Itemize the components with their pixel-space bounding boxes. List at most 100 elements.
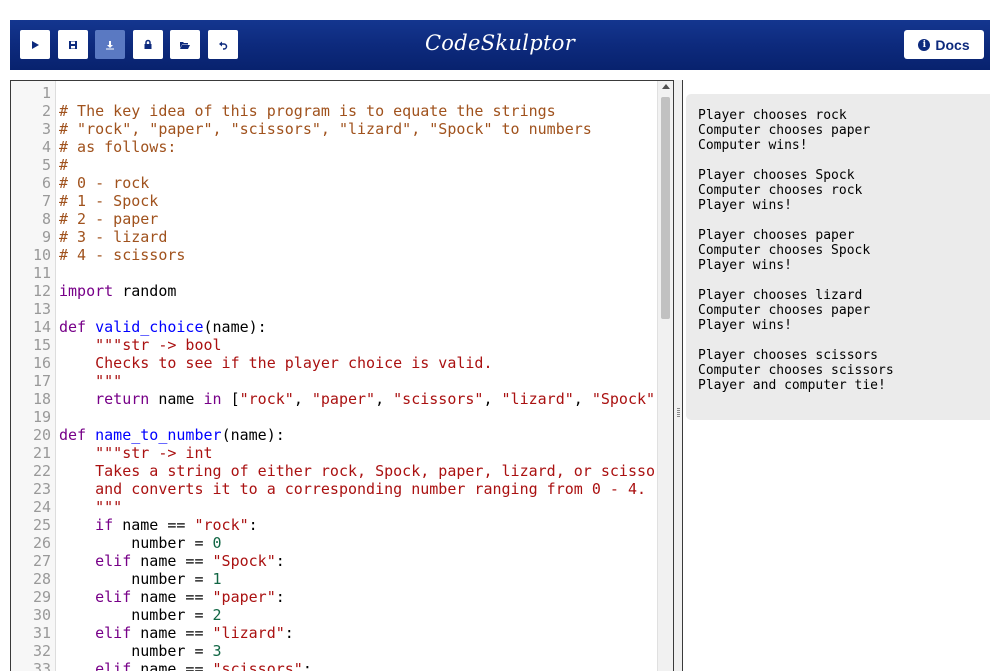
code-line[interactable]: 16 Checks to see if the player choice is… [11,354,671,372]
output-line: Player wins! [698,198,792,213]
scrollbar-thumb[interactable] [661,97,670,319]
line-code: # 3 - lizard [59,228,167,246]
code-line[interactable]: 6 # 0 - rock [11,174,671,192]
editor-scrollbar[interactable] [657,81,674,671]
output-line: Player chooses paper [698,228,855,243]
code-token: , [483,390,502,408]
line-code: import random [59,282,176,300]
code-line[interactable]: 12 import random [11,282,671,300]
line-number: 25 [32,516,51,534]
code-token: "scissors" [212,660,303,671]
splitter-grip-icon[interactable] [677,408,680,417]
code-token: Takes a string of either rock, Spock, pa… [59,462,673,480]
code-token: , [573,390,592,408]
code-line[interactable]: 29 elif name == "paper": [11,588,671,606]
scroll-up-icon[interactable] [662,84,670,89]
code-line[interactable]: 30 number = 2 [11,606,671,624]
app-brand: CodeSkulptor [424,31,576,55]
code-token: # 2 - paper [59,210,159,228]
code-line[interactable]: 13 [11,300,671,318]
code-line[interactable]: 3 # "rock", "paper", "scissors", "lizard"… [11,120,671,138]
code-line[interactable]: 2 # The key idea of this program is to eq… [11,102,671,120]
code-token: if [95,516,114,534]
code-line[interactable]: 25 if name == "rock": [11,516,671,534]
code-line[interactable]: 17 """ [11,372,671,390]
output-line: Player and computer tie! [698,378,886,393]
code-line[interactable]: 21 """str -> int [11,444,671,462]
code-token: number = [59,534,213,552]
code-token: # 4 - scissors [59,246,186,264]
code-token: # [59,156,69,174]
line-number: 8 [41,210,51,228]
code-editor[interactable]: 1 2 # The key idea of this program is to e… [10,80,673,671]
line-number: 26 [32,534,51,552]
code-line[interactable]: 19 [11,408,671,426]
output-line: Computer chooses paper [698,303,871,318]
code-line[interactable]: 11 [11,264,671,282]
line-code: number = 3 [59,642,222,660]
code-line[interactable]: 20 def name_to_number(name): [11,426,671,444]
line-code: def valid_choice(name): [59,318,267,336]
code-token: # 3 - lizard [59,228,168,246]
docs-button[interactable]: i Docs [904,30,984,59]
code-line[interactable]: 28 number = 1 [11,570,671,588]
code-token: elif [95,624,132,642]
code-line[interactable]: 23 and converts it to a corresponding nu… [11,480,671,498]
line-number: 15 [32,336,51,354]
line-number: 18 [32,390,51,408]
code-token: number = [59,606,213,624]
code-token: : [275,588,285,606]
code-token: name == [131,624,213,642]
code-line[interactable]: 5 # [11,156,671,174]
code-line[interactable]: 27 elif name == "Spock": [11,552,671,570]
code-line[interactable]: 22 Takes a string of either rock, Spock,… [11,462,673,480]
line-code: # 2 - paper [59,210,158,228]
code-line[interactable]: 8 # 2 - paper [11,210,671,228]
code-line[interactable]: 31 elif name == "lizard": [11,624,671,642]
code-token: 2 [212,606,222,624]
code-token: # 1 - Spock [59,192,159,210]
code-token: 0 [212,534,222,552]
line-number: 11 [32,264,51,282]
line-code: and converts it to a corresponding numbe… [59,480,646,498]
code-token: "Spock" [212,552,276,570]
output-line: Player chooses scissors [698,348,879,363]
code-line[interactable]: 32 number = 3 [11,642,671,660]
code-token: """str -> int [95,444,213,462]
code-token: 3 [212,642,222,660]
code-token: valid_choice [95,318,204,336]
code-line[interactable]: 9 # 3 - lizard [11,228,671,246]
pane-splitter[interactable] [673,80,683,671]
code-token: # as follows: [59,138,177,156]
code-line[interactable]: 33 elif name == "scissors": [11,660,671,671]
code-token: "paper" [311,390,376,408]
code-token: "rock" [239,390,294,408]
line-number: 31 [32,624,51,642]
line-code: number = 2 [59,606,222,624]
output-line: Player chooses rock [698,108,847,123]
code-line[interactable]: 26 number = 0 [11,534,671,552]
code-line[interactable]: 14 def valid_choice(name): [11,318,671,336]
code-line[interactable]: 4 # as follows: [11,138,671,156]
code-line[interactable]: 24 """ [11,498,671,516]
line-code: """str -> int [59,444,213,462]
code-line[interactable]: 10 # 4 - scissors [11,246,671,264]
line-number: 33 [32,660,51,671]
code-token: def [59,318,87,336]
code-line[interactable]: 15 """str -> bool [11,336,671,354]
code-line[interactable]: 18 return name in ["rock", "paper", "sci… [11,390,671,408]
code-line[interactable]: 1 [11,84,671,102]
docs-label: Docs [935,36,970,53]
code-token: elif [95,660,132,671]
code-token: and converts it to a corresponding numbe… [59,480,646,498]
output-line: Computer chooses paper [698,123,871,138]
output-line: Computer chooses rock [698,183,863,198]
output-line: Computer chooses scissors [698,363,894,378]
code-token: "Spock" [591,390,656,408]
code-line[interactable]: 7 # 1 - Spock [11,192,671,210]
